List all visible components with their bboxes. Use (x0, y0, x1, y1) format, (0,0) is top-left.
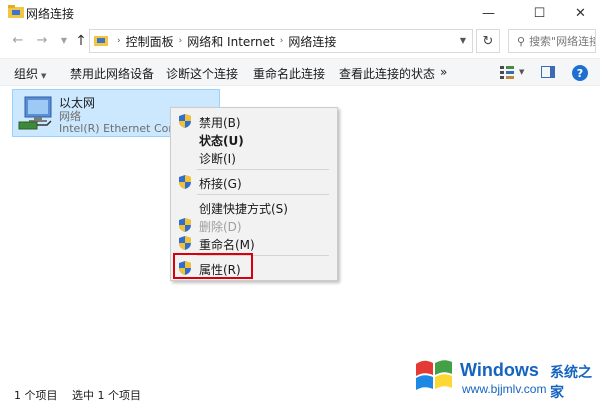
chevron-down-icon[interactable]: ▼ (460, 36, 466, 45)
watermark-brand: Windows (460, 360, 539, 380)
menu-item-label: 诊断(I) (199, 152, 236, 166)
menu-item-label: 创建快捷方式(S) (199, 202, 288, 216)
chevron-right-icon: › (117, 36, 121, 46)
selected-count: 选中 1 个项目 (72, 389, 141, 402)
breadcrumb-network-internet[interactable]: 网络和 Internet (187, 33, 274, 50)
uac-shield-icon (179, 175, 191, 189)
refresh-button[interactable]: ↻ (476, 29, 500, 53)
uac-shield-icon (179, 218, 191, 232)
arrow-up-icon: ↑ (75, 33, 87, 49)
search-icon: ⚲ (517, 34, 526, 48)
forward-button[interactable]: → (34, 33, 50, 49)
maximize-button[interactable]: ☐ (517, 0, 562, 26)
title-bar: 网络连接 — ☐ ✕ (0, 0, 600, 26)
view-status-button[interactable]: 查看此连接的状态 (339, 65, 435, 82)
chevron-right-icon: › (279, 36, 284, 46)
watermark: Windows 系统之家 www.bjjmlv.com (414, 354, 600, 402)
menu-separator (197, 169, 329, 170)
view-options-icon[interactable] (500, 65, 514, 79)
maximize-icon: ☐ (533, 5, 546, 21)
ethernet-adapter-icon (18, 96, 52, 130)
menu-separator (197, 194, 329, 195)
arrow-left-icon: ← (12, 33, 24, 48)
menu-item-label: 状态(U) (199, 134, 244, 148)
breadcrumb-control-panel[interactable]: 控制面板 (126, 33, 174, 50)
recent-locations-button[interactable]: ▼ (56, 33, 72, 49)
menu-item-label: 重命名(M) (199, 238, 255, 252)
menu-item-label: 桥接(G) (199, 177, 242, 191)
chevron-right-icon: › (178, 36, 183, 46)
properties-highlight-box (173, 253, 253, 279)
menu-item-status[interactable]: 状态(U) (171, 130, 337, 148)
menu-item-diagnose[interactable]: 诊断(I) (171, 148, 337, 166)
item-count: 1 个项目 (14, 389, 58, 402)
watermark-url: www.bjjmlv.com (462, 382, 547, 396)
chevron-down-icon: ▼ (60, 36, 68, 45)
command-bar: 组织 ▼ 禁用此网络设备 诊断这个连接 重命名此连接 查看此连接的状态 » ▼ ? (0, 58, 600, 86)
menu-item-rename[interactable]: 重命名(M) (171, 234, 337, 252)
address-row: ← → ▼ ↑ › 控制面板 › 网络和 Internet › 网络连接 ▼ ↻… (0, 26, 600, 56)
close-icon: ✕ (575, 5, 586, 21)
organize-label: 组织 (14, 67, 39, 81)
organize-button[interactable]: 组织 ▼ (14, 65, 46, 82)
more-commands-button[interactable]: » (440, 65, 447, 79)
address-bar[interactable]: › 控制面板 › 网络和 Internet › 网络连接 ▼ (89, 29, 473, 53)
uac-shield-icon (179, 114, 191, 128)
back-button[interactable]: ← (10, 33, 26, 49)
network-folder-icon (8, 5, 24, 18)
disable-device-button[interactable]: 禁用此网络设备 (70, 65, 154, 82)
menu-item-label: 删除(D) (199, 220, 242, 234)
diagnose-button[interactable]: 诊断这个连接 (166, 65, 238, 82)
up-button[interactable]: ↑ (73, 33, 89, 49)
menu-item-delete: 删除(D) (171, 216, 337, 234)
breadcrumb-network-connections[interactable]: 网络连接 (288, 33, 336, 50)
uac-shield-icon (179, 236, 191, 250)
search-placeholder: 搜索"网络连接" (529, 35, 595, 48)
watermark-brand-cn: 系统之家 (550, 365, 592, 401)
help-button[interactable]: ? (572, 65, 588, 81)
control-panel-icon (94, 36, 108, 46)
minimize-button[interactable]: — (466, 0, 511, 26)
menu-item-label: 禁用(B) (199, 116, 241, 130)
menu-item-disable[interactable]: 禁用(B) (171, 112, 337, 130)
rename-button[interactable]: 重命名此连接 (253, 65, 325, 82)
preview-pane-icon[interactable] (541, 66, 555, 78)
chevron-down-icon[interactable]: ▼ (519, 68, 524, 76)
minimize-icon: — (482, 5, 495, 21)
window-title: 网络连接 (26, 7, 75, 21)
close-button[interactable]: ✕ (561, 0, 600, 26)
search-input[interactable]: ⚲ 搜索"网络连接" (508, 29, 596, 53)
refresh-icon: ↻ (482, 33, 494, 49)
windows-logo-icon (416, 360, 452, 390)
menu-item-create-shortcut[interactable]: 创建快捷方式(S) (171, 198, 337, 216)
arrow-right-icon: → (36, 33, 48, 48)
menu-item-bridge[interactable]: 桥接(G) (171, 173, 337, 191)
chevron-down-icon: ▼ (41, 72, 47, 80)
